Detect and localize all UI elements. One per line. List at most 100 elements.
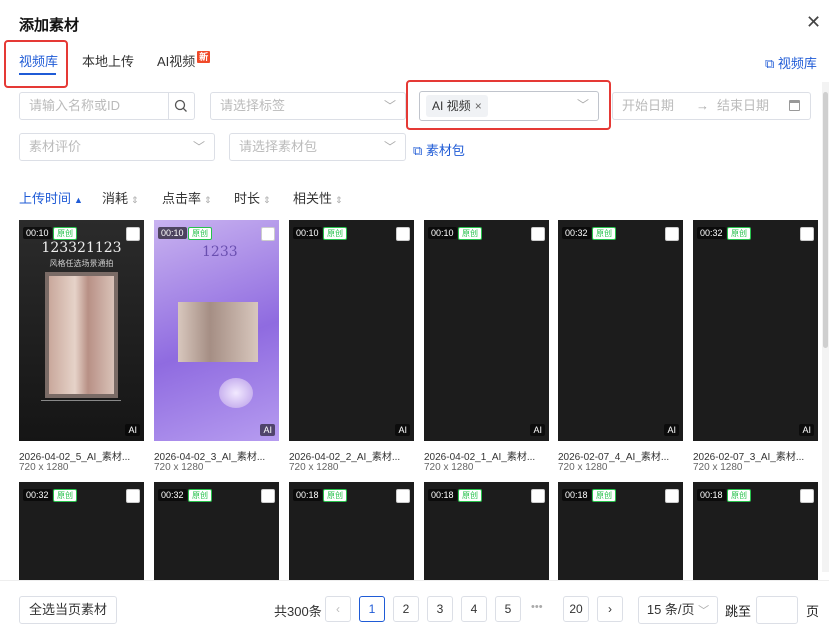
next-page-button[interactable]: › bbox=[597, 596, 623, 622]
select-checkbox[interactable] bbox=[261, 489, 275, 503]
video-thumbnail[interactable]: 00:18 原创 bbox=[289, 482, 414, 580]
scrollbar-thumb[interactable] bbox=[823, 92, 828, 348]
package-link[interactable]: ⧉ 素材包 bbox=[413, 140, 465, 159]
link-label: 视频库 bbox=[777, 56, 817, 71]
sort-label: 相关性 bbox=[293, 191, 333, 206]
original-tag: 原创 bbox=[458, 489, 482, 502]
video-thumbnail[interactable]: 00:18 原创 bbox=[693, 482, 818, 580]
calendar-icon bbox=[789, 100, 800, 111]
rating-select[interactable]: 素材评价 ﹀ bbox=[19, 133, 215, 161]
video-thumbnail[interactable]: 00:18 原创 bbox=[558, 482, 683, 580]
tab-local-upload[interactable]: 本地上传 bbox=[82, 51, 134, 70]
duration-badge: 00:32 bbox=[697, 227, 726, 239]
chevron-down-icon: ﹀ bbox=[576, 98, 589, 112]
selected-tag-chip: AI 视频 × bbox=[426, 95, 488, 117]
tab-video-library[interactable]: 视频库 bbox=[19, 51, 58, 70]
goto-label: 跳至 bbox=[725, 604, 752, 619]
video-library-link[interactable]: ⧉ 视频库 bbox=[765, 53, 817, 72]
select-checkbox[interactable] bbox=[665, 227, 679, 241]
sort-icon: ⇕ bbox=[204, 195, 212, 205]
select-checkbox[interactable] bbox=[261, 227, 275, 241]
video-thumbnail[interactable]: 00:32 原创 bbox=[154, 482, 279, 580]
page-2[interactable]: 2 bbox=[393, 596, 419, 622]
video-size: 720 x 1280 bbox=[424, 462, 474, 473]
page-1[interactable]: 1 bbox=[359, 596, 385, 622]
tag-select[interactable]: 请选择标签 ﹀ bbox=[210, 92, 406, 120]
duration-badge: 00:18 bbox=[697, 489, 726, 501]
duration-badge: 00:10 bbox=[23, 227, 52, 239]
select-checkbox[interactable] bbox=[396, 489, 410, 503]
close-icon[interactable]: ✕ bbox=[806, 12, 821, 33]
video-thumbnail[interactable]: 00:18 原创 bbox=[424, 482, 549, 580]
video-name: 2026-04-02_1_AI_素材... bbox=[424, 452, 536, 463]
video-thumbnail[interactable]: 00:32 原创 AI bbox=[693, 220, 818, 441]
video-thumbnail[interactable]: 00:10 原创 AI bbox=[424, 220, 549, 441]
video-size: 720 x 1280 bbox=[154, 462, 204, 473]
package-select[interactable]: 请选择素材包 ﹀ bbox=[229, 133, 406, 161]
select-checkbox[interactable] bbox=[531, 489, 545, 503]
sort-duration[interactable]: 时长 ⇕ bbox=[234, 188, 271, 207]
select-checkbox[interactable] bbox=[126, 227, 140, 241]
duration-badge: 00:32 bbox=[158, 489, 187, 501]
select-checkbox[interactable] bbox=[396, 227, 410, 241]
video-thumbnail[interactable]: 1233 00:10 原创 AI bbox=[154, 220, 279, 441]
ai-badge: AI bbox=[664, 424, 679, 436]
end-date-input[interactable]: 结束日期 bbox=[717, 93, 769, 119]
remove-tag-icon[interactable]: × bbox=[475, 99, 482, 113]
sort-icon: ▲ bbox=[74, 195, 83, 205]
ai-badge: AI bbox=[260, 424, 275, 436]
search-button[interactable] bbox=[168, 92, 195, 120]
page-size-label: 15 条/页 bbox=[646, 602, 695, 617]
select-page-button[interactable]: 全选当页素材 bbox=[19, 596, 117, 624]
prev-page-button[interactable]: ‹ bbox=[325, 596, 351, 622]
original-tag: 原创 bbox=[53, 227, 77, 240]
external-link-icon: ⧉ bbox=[413, 143, 423, 158]
select-checkbox[interactable] bbox=[531, 227, 545, 241]
ai-badge: AI bbox=[395, 424, 410, 436]
chevron-down-icon: ﹀ bbox=[383, 140, 396, 154]
video-name: 2026-02-07_4_AI_素材... bbox=[558, 452, 670, 463]
start-date-input[interactable]: 开始日期 bbox=[622, 93, 674, 119]
select-checkbox[interactable] bbox=[126, 489, 140, 503]
overlay-title: 123321123 bbox=[41, 240, 122, 256]
duration-badge: 00:32 bbox=[562, 227, 591, 239]
page-3[interactable]: 3 bbox=[427, 596, 453, 622]
original-tag: 原创 bbox=[323, 489, 347, 502]
original-tag: 原创 bbox=[323, 227, 347, 240]
page-4[interactable]: 4 bbox=[461, 596, 487, 622]
page-5[interactable]: 5 bbox=[495, 596, 521, 622]
search-input[interactable]: 请输入名称或ID bbox=[19, 92, 169, 120]
goto-page-input[interactable] bbox=[756, 596, 798, 624]
select-checkbox[interactable] bbox=[800, 489, 814, 503]
original-tag: 原创 bbox=[458, 227, 482, 240]
video-thumbnail[interactable]: 123321123 风格任选场景通拍 00:10 原创 AI bbox=[19, 220, 144, 441]
video-thumbnail[interactable]: 00:10 原创 AI bbox=[289, 220, 414, 441]
select-checkbox[interactable] bbox=[800, 227, 814, 241]
sort-ctr[interactable]: 点击率 ⇕ bbox=[162, 188, 212, 207]
original-tag: 原创 bbox=[592, 489, 616, 502]
sort-cost[interactable]: 消耗 ⇕ bbox=[102, 188, 139, 207]
tab-ai-video[interactable]: AI视频新 bbox=[157, 51, 211, 70]
rating-placeholder: 素材评价 bbox=[29, 139, 82, 154]
sort-relevance[interactable]: 相关性 ⇕ bbox=[293, 188, 343, 207]
tag-label: AI 视频 bbox=[432, 99, 471, 113]
sort-label: 点击率 bbox=[162, 191, 202, 206]
select-checkbox[interactable] bbox=[665, 489, 679, 503]
video-size: 720 x 1280 bbox=[693, 462, 743, 473]
sort-icon: ⇕ bbox=[263, 195, 271, 205]
page-20[interactable]: 20 bbox=[563, 596, 589, 622]
page-size-select[interactable]: 15 条/页 ﹀ bbox=[638, 596, 718, 624]
duration-badge: 00:18 bbox=[428, 489, 457, 501]
video-size: 720 x 1280 bbox=[289, 462, 339, 473]
duration-badge: 00:10 bbox=[158, 227, 187, 239]
video-name: 2026-04-02_2_AI_素材... bbox=[289, 452, 401, 463]
date-range-picker[interactable]: 开始日期 → 结束日期 bbox=[612, 92, 811, 120]
dialog-title: 添加素材 bbox=[19, 17, 80, 34]
video-thumbnail[interactable]: 00:32 原创 AI bbox=[558, 220, 683, 441]
sort-upload-time[interactable]: 上传时间 ▲ bbox=[19, 188, 83, 207]
video-thumbnail[interactable]: 00:32 原创 bbox=[19, 482, 144, 580]
chevron-down-icon: ﹀ bbox=[383, 99, 396, 113]
duration-badge: 00:10 bbox=[293, 227, 322, 239]
pagination-ellipsis[interactable]: ••• bbox=[531, 601, 543, 613]
original-tag: 原创 bbox=[53, 489, 77, 502]
